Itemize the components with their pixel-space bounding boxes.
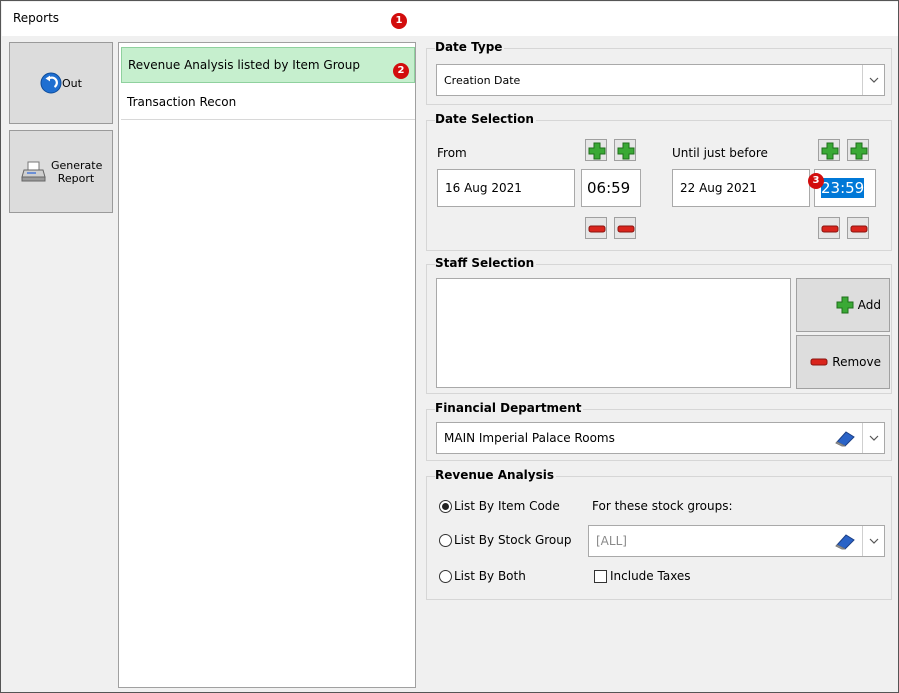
date-type-select[interactable]: Creation Date xyxy=(436,64,885,96)
minus-icon xyxy=(588,225,606,233)
until-date-value: 22 Aug 2021 xyxy=(680,181,757,195)
until-minute-plus-button[interactable] xyxy=(847,139,869,161)
minus-icon xyxy=(850,225,868,233)
radio-dot xyxy=(439,569,452,583)
date-type-group: Date Type Creation Date xyxy=(426,40,892,105)
from-label: From xyxy=(437,146,467,160)
minus-icon xyxy=(821,225,839,233)
date-type-value: Creation Date xyxy=(444,73,521,87)
stock-groups-label: For these stock groups: xyxy=(592,499,733,513)
plus-icon xyxy=(617,142,635,160)
chevron-down-icon[interactable] xyxy=(862,526,884,556)
generate-report-button[interactable]: Generate Report xyxy=(9,130,113,213)
chevron-down-icon[interactable] xyxy=(862,65,884,95)
radio-list-by-stock-group[interactable]: List By Stock Group xyxy=(439,533,572,547)
until-date-input[interactable]: 22 Aug 2021 xyxy=(672,169,810,207)
until-time-value: 23:59 xyxy=(821,178,865,198)
window-title: Reports xyxy=(13,11,60,25)
back-arrow-icon xyxy=(40,72,62,94)
out-button-label: Out xyxy=(62,76,82,90)
radio-dot xyxy=(439,533,452,547)
date-selection-group: Date Selection From 16 Aug 2021 06:59 Un… xyxy=(426,112,892,251)
radio-label: List By Both xyxy=(454,569,526,583)
until-hour-plus-button[interactable] xyxy=(818,139,840,161)
from-time-value: 06:59 xyxy=(587,179,631,197)
eraser-icon[interactable] xyxy=(834,531,856,554)
date-type-title: Date Type xyxy=(435,40,505,54)
radio-label: List By Stock Group xyxy=(454,533,572,547)
plus-icon xyxy=(588,142,606,160)
staff-selection-group: Staff Selection Add Remove xyxy=(426,256,892,394)
financial-department-title: Financial Department xyxy=(435,401,584,415)
radio-list-by-both[interactable]: List By Both xyxy=(439,569,526,583)
chevron-down-icon[interactable] xyxy=(862,423,884,453)
reports-window: Reports 1 Out Generate Report Revenue An… xyxy=(0,0,899,693)
list-item-revenue-analysis[interactable]: Revenue Analysis listed by Item Group xyxy=(121,47,415,83)
list-item-transaction-recon[interactable]: Transaction Recon xyxy=(121,84,415,120)
include-taxes-label: Include Taxes xyxy=(610,569,691,583)
reports-list[interactable]: Revenue Analysis listed by Item Group 2 … xyxy=(118,42,416,688)
from-date-value: 16 Aug 2021 xyxy=(445,181,522,195)
list-item-label: Transaction Recon xyxy=(127,94,237,109)
radio-label: List By Item Code xyxy=(454,499,560,513)
checkbox-box xyxy=(594,569,607,583)
staff-list[interactable] xyxy=(436,278,791,388)
add-button-label: Add xyxy=(857,298,881,312)
from-minute-plus-button[interactable] xyxy=(614,139,636,161)
until-minute-minus-button[interactable] xyxy=(847,217,869,239)
eraser-icon[interactable] xyxy=(834,428,856,451)
until-label: Until just before xyxy=(672,146,768,160)
remove-staff-button[interactable]: Remove xyxy=(796,335,890,389)
from-time-input[interactable]: 06:59 xyxy=(581,169,641,207)
staff-selection-title: Staff Selection xyxy=(435,256,537,270)
stock-groups-value: [ALL] xyxy=(596,534,627,548)
list-item-label: Revenue Analysis listed by Item Group xyxy=(128,58,360,72)
radio-dot-selected xyxy=(439,499,452,513)
radio-list-by-item-code[interactable]: List By Item Code xyxy=(439,499,560,513)
from-hour-minus-button[interactable] xyxy=(585,217,607,239)
minus-icon xyxy=(810,358,828,366)
annotation-marker-1: 1 xyxy=(391,13,407,29)
annotation-marker-3: 3 xyxy=(808,173,824,189)
plus-icon xyxy=(821,142,839,160)
financial-department-group: Financial Department MAIN Imperial Palac… xyxy=(426,401,892,461)
date-selection-title: Date Selection xyxy=(435,112,536,126)
until-time-input[interactable]: 23:59 xyxy=(814,169,876,207)
revenue-analysis-group: Revenue Analysis List By Item Code For t… xyxy=(426,468,892,600)
annotation-marker-2: 2 xyxy=(393,63,409,79)
include-taxes-checkbox[interactable]: Include Taxes xyxy=(594,569,691,583)
financial-department-value: MAIN Imperial Palace Rooms xyxy=(444,431,615,445)
minus-icon xyxy=(617,225,635,233)
until-hour-minus-button[interactable] xyxy=(818,217,840,239)
plus-icon xyxy=(850,142,868,160)
financial-department-select[interactable]: MAIN Imperial Palace Rooms xyxy=(436,422,885,454)
from-date-input[interactable]: 16 Aug 2021 xyxy=(437,169,575,207)
revenue-analysis-title: Revenue Analysis xyxy=(435,468,557,482)
remove-button-label: Remove xyxy=(832,355,881,369)
printer-icon xyxy=(21,161,46,181)
stock-groups-select[interactable]: [ALL] xyxy=(588,525,885,557)
out-button[interactable]: Out xyxy=(9,42,113,124)
title-bar: Reports 1 xyxy=(2,2,898,36)
plus-icon xyxy=(836,296,854,314)
from-minute-minus-button[interactable] xyxy=(614,217,636,239)
add-staff-button[interactable]: Add xyxy=(796,278,890,332)
generate-report-label: Generate Report xyxy=(51,158,103,185)
from-hour-plus-button[interactable] xyxy=(585,139,607,161)
